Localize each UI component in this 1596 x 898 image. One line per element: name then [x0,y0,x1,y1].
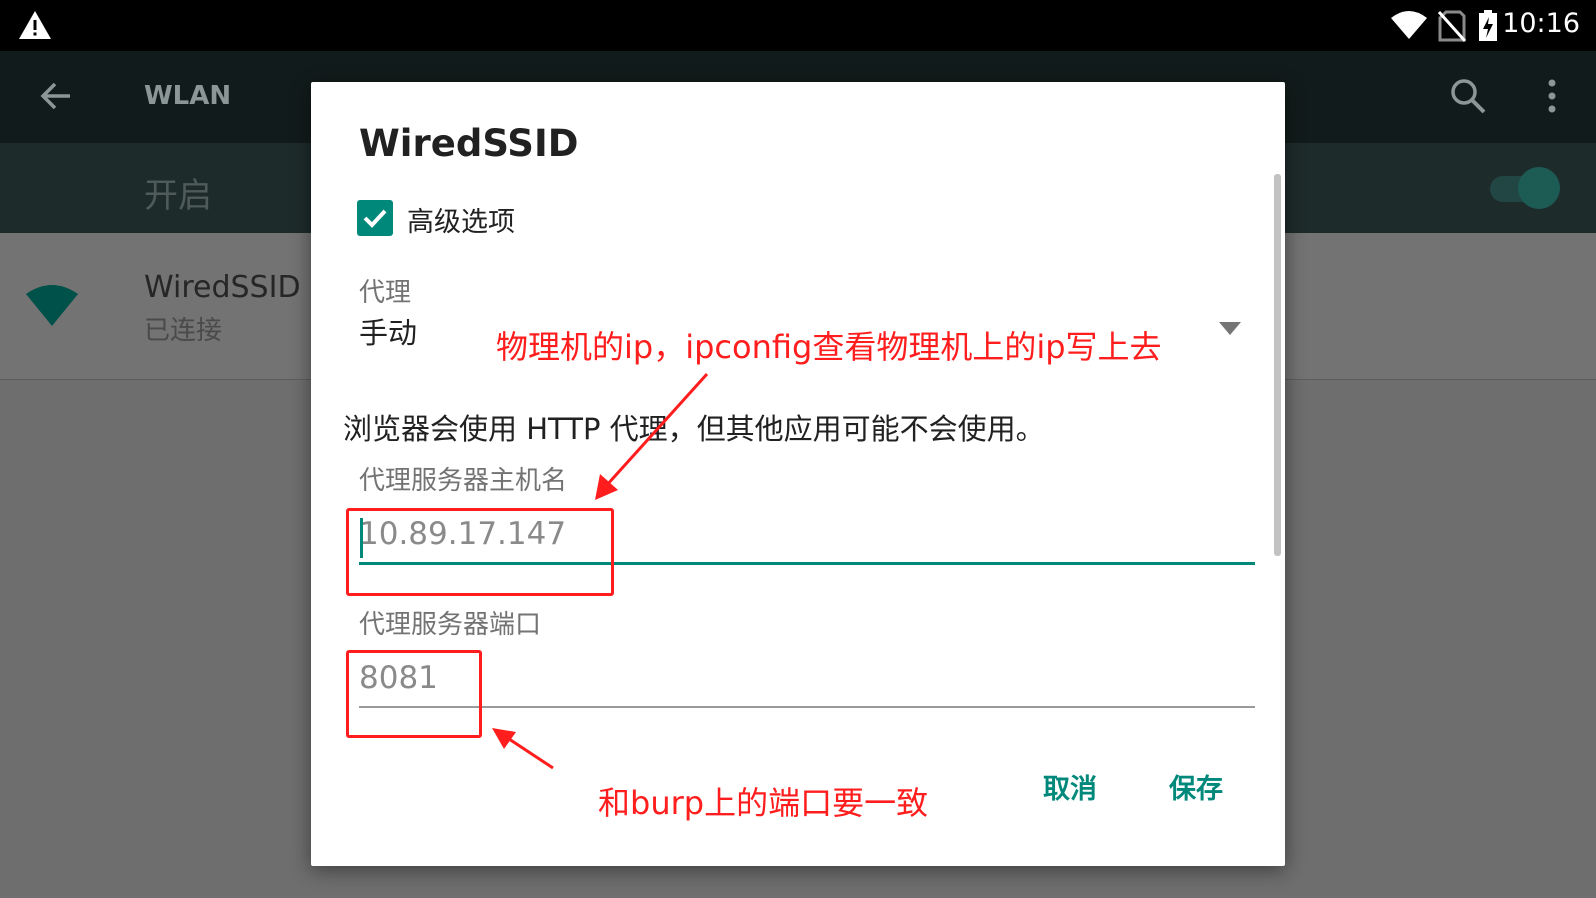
search-icon[interactable] [1448,76,1488,116]
warning-icon [19,11,51,39]
cancel-button[interactable]: 取消 [1031,758,1109,814]
no-sim-icon [1438,10,1466,42]
proxy-host-label: 代理服务器主机名 [359,466,568,496]
back-arrow-icon[interactable] [36,76,76,116]
network-status: 已连接 [144,316,223,346]
wifi-toggle-knob[interactable] [1518,167,1560,209]
save-button[interactable]: 保存 [1157,758,1235,814]
app-title: WLAN [144,81,232,111]
advanced-options-checkbox[interactable] [357,200,393,236]
proxy-port-input[interactable] [359,650,1255,708]
network-name: WiredSSID [144,270,301,305]
advanced-options-label: 高级选项 [407,207,515,238]
wifi-icon [26,285,78,326]
wifi-switch-label: 开启 [144,176,212,216]
status-time: 10:16 [1502,8,1580,39]
status-bar: 10:16 [0,0,1596,51]
proxy-select[interactable]: 手动 [359,310,417,352]
battery-charging-icon [1479,10,1497,41]
dialog-scrollbar[interactable] [1274,174,1281,556]
dialog-title: WiredSSID [359,122,579,165]
proxy-dialog: WiredSSID 高级选项 代理 手动 浏览器会使用 HTTP 代理，但其他应… [311,82,1285,866]
wifi-signal-icon [1391,11,1427,39]
more-vert-icon[interactable] [1540,76,1564,116]
proxy-label: 代理 [359,278,412,308]
check-icon [363,209,387,228]
ip-annotation: 物理机的ip，ipconfig查看物理机上的ip写上去 [496,328,1162,366]
port-annotation: 和burp上的端口要一致 [598,784,929,822]
port-highlight-box [346,650,482,738]
proxy-port-label: 代理服务器端口 [359,610,542,640]
host-highlight-box [346,508,614,596]
proxy-note: 浏览器会使用 HTTP 代理，但其他应用可能不会使用。 [343,412,1045,446]
dropdown-arrow-icon[interactable] [1219,322,1241,336]
